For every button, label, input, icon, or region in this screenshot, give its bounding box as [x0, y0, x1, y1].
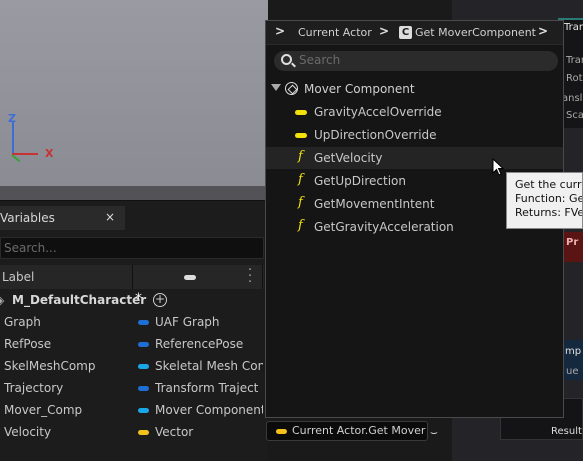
- menu-item-label: GetVelocity: [314, 151, 383, 165]
- header-label-column[interactable]: Label: [2, 270, 34, 284]
- axis-x-label: X: [45, 147, 54, 160]
- tooltip: Get the curre Function: Ge Returns: FVe: [506, 172, 583, 229]
- graph-node-line: ansla: [562, 93, 583, 104]
- variable-type-icon: [138, 364, 149, 369]
- variable-group[interactable]: ◈ M_DefaultCharacter * +: [0, 291, 264, 311]
- menu-item[interactable]: GravityAccelOverride: [266, 101, 563, 123]
- tooltip-line: Get the curre: [515, 178, 583, 191]
- function-icon: f: [298, 149, 303, 164]
- variable-type[interactable]: Vector: [155, 425, 263, 439]
- tooltip-line: Returns: FVe: [515, 206, 583, 219]
- close-icon[interactable]: ×: [105, 210, 115, 224]
- group-name: M_DefaultCharacter: [12, 293, 147, 307]
- variable-pin-icon: [295, 110, 307, 115]
- chevron-right-icon[interactable]: >: [275, 24, 285, 38]
- vector-pin-icon: [276, 429, 287, 434]
- function-icon: f: [298, 218, 303, 233]
- variable-type[interactable]: ReferencePose: [155, 337, 263, 351]
- variables-header: Label · · ·: [0, 264, 264, 289]
- variable-row[interactable]: Graph UAF Graph: [0, 312, 264, 334]
- graph-node-result-label: Result: [551, 426, 582, 437]
- breadcrumb-item[interactable]: Current Actor: [298, 26, 372, 39]
- variables-tab[interactable]: Variables ×: [0, 206, 125, 230]
- variable-type-icon: [138, 386, 149, 391]
- dirty-star-icon: *: [135, 291, 142, 307]
- menu-item-label: GravityAccelOverride: [314, 105, 442, 119]
- variable-name: Trajectory: [4, 381, 64, 395]
- component-icon: [285, 82, 298, 95]
- variable-row[interactable]: RefPose ReferencePose: [0, 334, 264, 356]
- axis-y-line: [11, 154, 21, 163]
- graph-node-line: Rota: [566, 73, 583, 84]
- variable-name: RefPose: [4, 337, 52, 351]
- get-mover-node-pin[interactable]: Current Actor.Get MoverCo: [266, 421, 428, 441]
- category-mover-component[interactable]: Mover Component: [266, 79, 563, 99]
- variable-name: Mover_Comp: [4, 403, 83, 417]
- variable-type[interactable]: UAF Graph: [155, 315, 263, 329]
- graph-node-line: Tran: [566, 55, 583, 66]
- variables-panel: Variables × Search... Label · · · ◈ M_Defa…: [0, 200, 268, 461]
- variables-search-input[interactable]: Search...: [0, 237, 264, 259]
- variable-name: SkelMeshComp: [4, 359, 96, 373]
- category-label: Mover Component: [304, 82, 415, 96]
- menu-item-label: GetMovementIntent: [314, 197, 435, 211]
- tooltip-line: Function: Ge: [515, 192, 583, 205]
- viewport[interactable]: Z X: [0, 0, 268, 200]
- chevron-right-icon[interactable]: >: [538, 24, 548, 38]
- cast-icon: C: [399, 26, 412, 39]
- variable-type[interactable]: Skeletal Mesh Con: [155, 359, 263, 373]
- chevron-down-icon[interactable]: [271, 84, 281, 91]
- column-divider[interactable]: [132, 265, 133, 289]
- graph-node-blue-sub: ue: [566, 366, 579, 377]
- variable-pin-icon: [295, 133, 307, 138]
- variable-row[interactable]: Mover_Comp Mover Component: [0, 400, 264, 422]
- variable-name: Graph: [4, 315, 41, 329]
- pin-node-label: Current Actor.Get MoverCo: [292, 424, 426, 437]
- variable-type-icon: [138, 320, 149, 325]
- menu-item[interactable]: UpDirectionOverride: [266, 124, 563, 146]
- variable-type-icon: [138, 342, 149, 347]
- variable-type[interactable]: Transform Traject: [155, 381, 263, 395]
- cube-icon: ◈: [0, 294, 5, 307]
- variable-type[interactable]: Mover Component: [155, 403, 263, 417]
- axis-z-label: Z: [8, 112, 16, 125]
- menu-item-label: GetGravityAcceleration: [314, 220, 454, 234]
- viewport-floor: [0, 186, 268, 200]
- variable-row[interactable]: SkelMeshComp Skeletal Mesh Con: [0, 356, 264, 378]
- column-divider[interactable]: [262, 265, 263, 289]
- graph-node-red-title: Pr: [566, 237, 579, 248]
- axis-x-line: [12, 153, 38, 155]
- variable-row[interactable]: Velocity Vector: [0, 422, 264, 444]
- variable-name: Velocity: [4, 425, 52, 439]
- wire-icon: ⌣: [430, 425, 438, 439]
- graph-node-line: Scal: [566, 110, 583, 121]
- search-placeholder: Search: [299, 53, 341, 67]
- mouse-cursor-icon: [492, 158, 505, 176]
- menu-item[interactable]: f GetVelocity: [266, 147, 563, 169]
- breadcrumb: > Current Actor > C Get MoverComponent >: [266, 21, 563, 45]
- popup-search-input[interactable]: Search: [274, 51, 558, 71]
- menu-item-label: UpDirectionOverride: [314, 128, 437, 142]
- graph-node-transform-title: Tran: [564, 22, 583, 33]
- add-variable-button[interactable]: +: [153, 293, 167, 307]
- axis-z-line: [12, 122, 14, 154]
- search-icon: [281, 54, 292, 65]
- chevron-right-icon[interactable]: >: [379, 24, 389, 38]
- variable-row[interactable]: Trajectory Transform Traject: [0, 378, 264, 400]
- function-icon: f: [298, 172, 303, 187]
- function-icon: f: [298, 195, 303, 210]
- more-options-icon[interactable]: · · ·: [248, 264, 252, 289]
- type-column-icon[interactable]: [184, 275, 196, 280]
- variables-tab-title: Variables: [0, 211, 55, 225]
- variable-type-icon: [138, 408, 149, 413]
- graph-node-blue-title: mp: [565, 346, 582, 357]
- variable-type-icon: [138, 430, 149, 435]
- breadcrumb-item[interactable]: Get MoverComponent: [415, 26, 536, 39]
- menu-item-label: GetUpDirection: [314, 174, 406, 188]
